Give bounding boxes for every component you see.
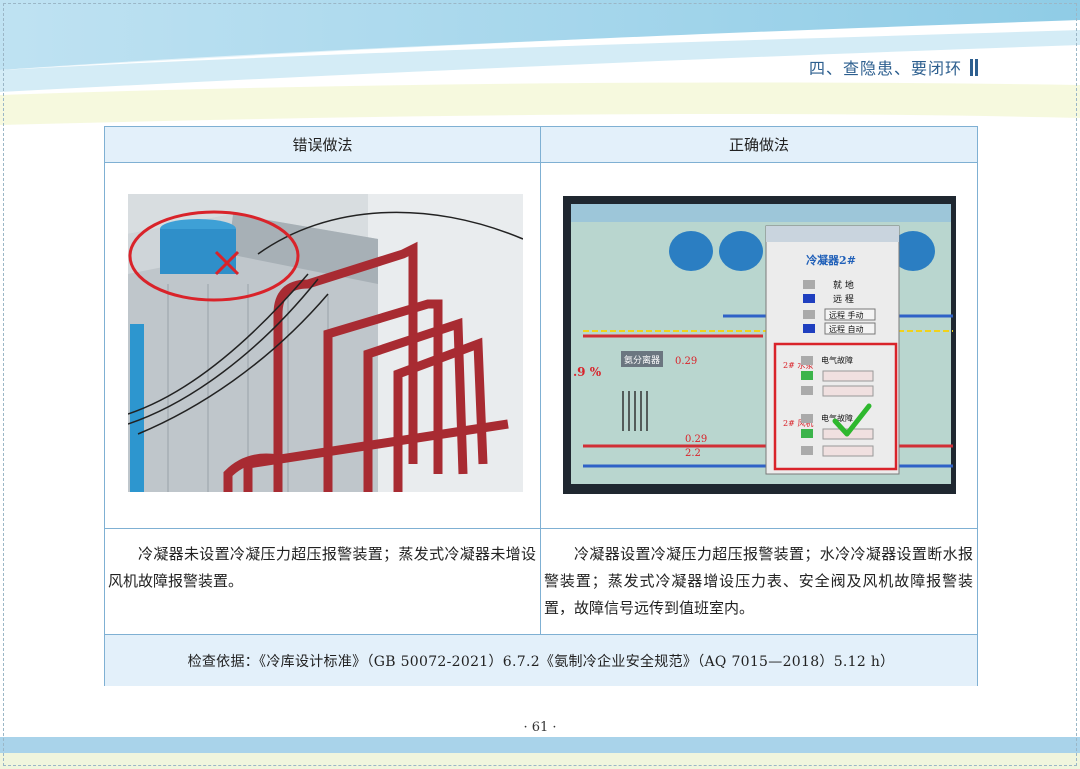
table-image-row: 氨分离器 .9 % 0.29 0.29 2.2 冷凝器2# 就 地 远 程 远程… [105, 163, 977, 529]
panel-label-remote: 远 程 [833, 294, 854, 305]
wrong-practice-image-cell [105, 163, 541, 528]
chapter-title: 四、查隐患、要闭环 [809, 55, 978, 79]
tank-label: 氨分离器 [624, 354, 660, 366]
wrong-practice-description: 冷凝器未设置冷凝压力超压报警装置；蒸发式冷凝器未增设风机故障报警装置。 [105, 529, 541, 634]
panel-label-remote-auto: 远程 自动 [829, 324, 864, 334]
chapter-title-text: 四、查隐患、要闭环 [808, 59, 962, 78]
gauge-1-value: 0.29 [675, 356, 697, 367]
wrong-practice-header: 错误做法 [105, 127, 541, 162]
inspection-basis-row: 检查依据：《冷库设计标准》（GB 50072-2021）6.7.2《氨制冷企业安… [105, 635, 977, 686]
footer-band [0, 737, 1080, 769]
correct-practice-header: 正确做法 [728, 136, 789, 154]
comparison-table: 错误做法 正确做法 氨分离器 .9 % 0.29 0.29 2.2 冷凝器2# … [104, 126, 978, 686]
correct-practice-description: 冷凝器设置冷凝压力超压报警装置；水冷冷凝器设置断水报警装置；蒸发式冷凝器增设压力… [544, 545, 973, 617]
panel-label-remote-manual: 远程 手动 [829, 310, 864, 320]
table-header-row: 错误做法 正确做法 [105, 127, 977, 163]
inspection-basis-text: 检查依据：《冷库设计标准》（GB 50072-2021）6.7.2《氨制冷企业安… [187, 653, 895, 670]
title-bars-decoration [970, 58, 978, 76]
correct-practice-image-cell: 氨分离器 .9 % 0.29 0.29 2.2 冷凝器2# 就 地 远 程 远程… [541, 163, 977, 528]
evaporative-condenser-photo [128, 194, 523, 492]
gauge-3-value: 2.2 [685, 448, 701, 459]
gauge-2-value: 0.29 [685, 434, 707, 445]
page-number: · 61 · [523, 720, 557, 735]
panel-title: 冷凝器2# [806, 253, 856, 267]
left-percentage: .9 % [573, 365, 602, 379]
table-description-row: 冷凝器未设置冷凝压力超压报警装置；蒸发式冷凝器未增设风机故障报警装置。 冷凝器设… [105, 529, 977, 635]
panel-label-fault-1: 电气故障 [821, 355, 853, 365]
control-screen-photo: 氨分离器 .9 % 0.29 0.29 2.2 冷凝器2# 就 地 远 程 远程… [563, 196, 956, 494]
panel-label-local: 就 地 [833, 279, 854, 291]
